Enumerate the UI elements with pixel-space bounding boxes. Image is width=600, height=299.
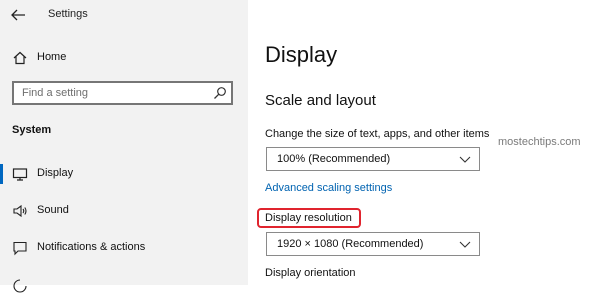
resolution-dropdown[interactable]: 1920 × 1080 (Recommended) bbox=[266, 232, 480, 256]
sidebar-item-display[interactable]: Display bbox=[0, 161, 248, 187]
sidebar-item-partial[interactable] bbox=[0, 273, 248, 299]
sidebar-item-label: Home bbox=[37, 51, 67, 63]
app-title: Settings bbox=[48, 8, 88, 20]
section-title: Scale and layout bbox=[265, 92, 376, 109]
focus-assist-icon bbox=[13, 279, 27, 293]
search-input[interactable]: Find a setting bbox=[12, 81, 233, 105]
scale-dropdown[interactable]: 100% (Recommended) bbox=[266, 147, 480, 171]
sidebar-item-label: Display bbox=[37, 167, 74, 179]
scale-label: Change the size of text, apps, and other… bbox=[265, 128, 490, 140]
resolution-value: 1920 × 1080 (Recommended) bbox=[277, 238, 424, 250]
back-button[interactable] bbox=[8, 6, 28, 24]
search-placeholder: Find a setting bbox=[22, 87, 89, 99]
advanced-scaling-link[interactable]: Advanced scaling settings bbox=[265, 182, 392, 194]
active-indicator bbox=[0, 164, 3, 184]
sidebar-item-label: Sound bbox=[37, 204, 69, 216]
monitor-icon bbox=[12, 168, 28, 181]
section-heading: System bbox=[12, 124, 52, 136]
notification-icon bbox=[13, 241, 27, 256]
home-icon bbox=[13, 51, 27, 65]
scale-value: 100% (Recommended) bbox=[277, 153, 391, 165]
search-icon[interactable] bbox=[213, 86, 227, 100]
sidebar-item-label: Notifications & actions bbox=[37, 241, 146, 253]
page-title: Display bbox=[265, 42, 338, 67]
sidebar-item-notifications[interactable]: Notifications & actions bbox=[0, 235, 248, 261]
chevron-down-icon bbox=[459, 241, 471, 248]
speaker-icon bbox=[13, 204, 27, 218]
arrow-left-icon bbox=[11, 9, 25, 21]
watermark-text: mostechtips.com bbox=[498, 136, 581, 148]
resolution-label: Display resolution bbox=[265, 212, 352, 224]
sidebar-item-home[interactable]: Home bbox=[0, 45, 248, 71]
orientation-label: Display orientation bbox=[265, 267, 356, 279]
chevron-down-icon bbox=[459, 156, 471, 163]
sidebar-item-sound[interactable]: Sound bbox=[0, 198, 248, 224]
sidebar: Settings Home Find a setting System Disp… bbox=[0, 0, 248, 293]
main-content: Display Scale and layout Change the size… bbox=[248, 0, 600, 285]
